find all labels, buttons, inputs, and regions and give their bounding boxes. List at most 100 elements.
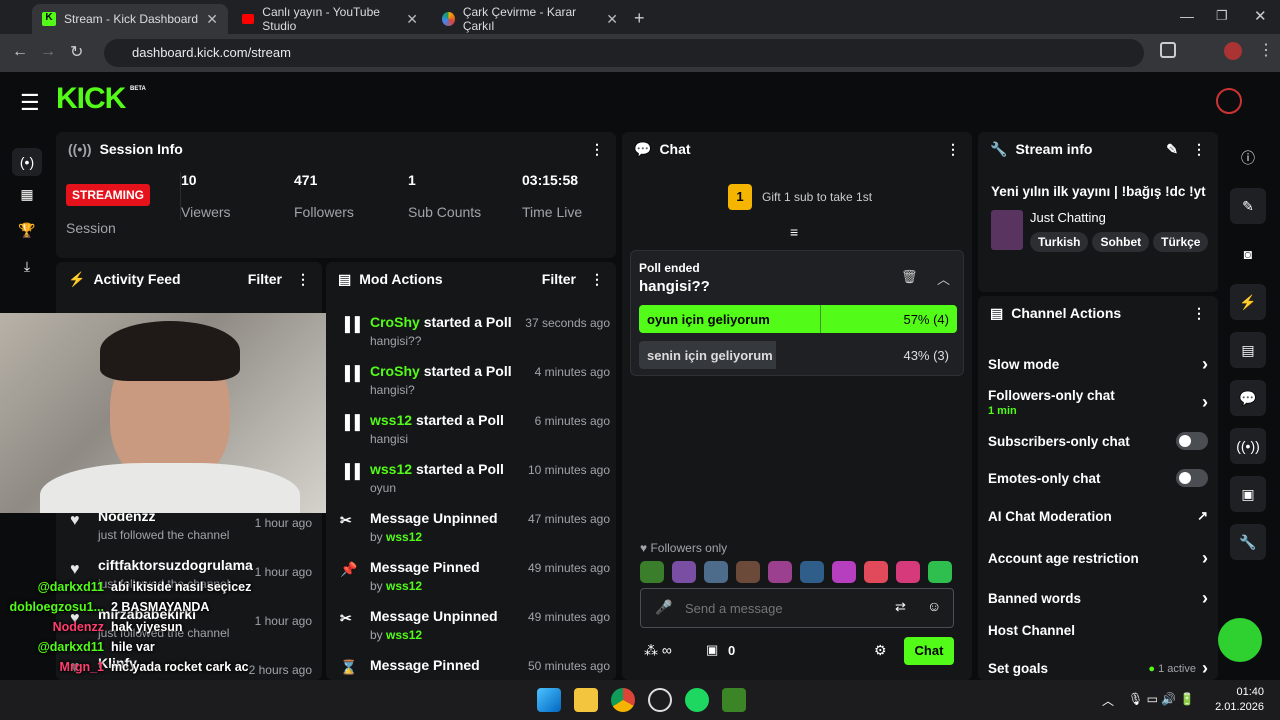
activity-menu-icon[interactable]: ⋮ xyxy=(296,271,310,288)
followers-only-row[interactable]: Followers-only chat 1 min › xyxy=(988,388,1208,417)
nav-trophy-icon[interactable]: 🏆 xyxy=(12,222,42,239)
close-tab-icon[interactable]: ✕ xyxy=(206,11,218,28)
gift-sub-text[interactable]: Gift 1 sub to take 1st xyxy=(762,190,872,204)
clock-time[interactable]: 01:40 xyxy=(1222,686,1264,698)
emote-icon[interactable] xyxy=(896,561,920,583)
tab-wheel[interactable]: Çark Çevirme - Karar Çarkıl ✕ xyxy=(432,4,628,34)
stream-menu-icon[interactable]: ⋮ xyxy=(1192,141,1206,158)
emote-icon[interactable] xyxy=(928,561,952,583)
windows-start-icon[interactable] xyxy=(537,688,561,712)
edit-icon[interactable]: ✎ xyxy=(1166,141,1178,158)
overlay-message: abi ikiside nasıl seçicez xyxy=(111,580,252,594)
collapse-icon[interactable]: ︿ xyxy=(937,269,950,288)
subscribers-only-toggle[interactable] xyxy=(1176,432,1208,450)
tools-icon[interactable]: 🔧 xyxy=(1230,524,1266,560)
emote-icon[interactable] xyxy=(768,561,792,583)
nav-stream-icon[interactable]: (•) xyxy=(12,148,42,176)
panel-title: Chat xyxy=(659,141,691,157)
maximize-icon[interactable]: ❐ xyxy=(1216,8,1228,24)
close-window-icon[interactable]: ✕ xyxy=(1254,7,1267,25)
overlay-message: hile var xyxy=(111,640,155,654)
ai-moderation-row[interactable]: AI Chat Moderation ↗ xyxy=(988,508,1208,524)
tray-icons[interactable]: 🎙 ▭ 🔊 🔋 xyxy=(1128,692,1194,706)
pencil-icon[interactable]: ✎ xyxy=(1230,188,1266,224)
notes-icon[interactable]: ▤ xyxy=(1230,332,1266,368)
profile-avatar[interactable] xyxy=(1224,42,1242,60)
tray-chevron-icon[interactable]: ︿ xyxy=(1102,692,1114,709)
mod-user[interactable]: CroShy xyxy=(370,363,420,379)
chat-message-input[interactable] xyxy=(685,597,885,619)
chat-menu-icon[interactable]: ⋮ xyxy=(946,141,960,158)
extensions-icon[interactable] xyxy=(1160,42,1176,58)
mod-user[interactable]: wss12 xyxy=(370,461,412,477)
spotify-icon[interactable] xyxy=(685,688,709,712)
account-age-row[interactable]: Account age restriction › xyxy=(988,548,1208,569)
kick-logo[interactable]: KICK xyxy=(56,82,126,116)
bolt-sidebar-icon[interactable]: ⚡ xyxy=(1230,284,1266,320)
chat-sidebar-icon[interactable]: 💬 xyxy=(1230,380,1266,416)
tag-chip[interactable]: Sohbet xyxy=(1092,232,1150,252)
nav-download-icon[interactable]: ⤓ xyxy=(12,258,42,275)
category-name[interactable]: Just Chatting xyxy=(1030,210,1106,225)
reload-icon[interactable]: ↻ xyxy=(70,42,83,62)
emote-icon[interactable] xyxy=(640,561,664,583)
chat-bubble-icon: 💬 xyxy=(634,140,652,157)
emote-icon[interactable] xyxy=(832,561,856,583)
actions-menu-icon[interactable]: ⋮ xyxy=(1192,305,1206,322)
tag-chip[interactable]: Turkish xyxy=(1030,232,1089,252)
send-chat-button[interactable]: Chat xyxy=(904,637,954,665)
minecraft-icon[interactable] xyxy=(722,688,746,712)
new-tab-icon[interactable]: + xyxy=(634,8,645,29)
pin-icon: 📌 xyxy=(340,561,358,577)
emote-icon[interactable] xyxy=(800,561,824,583)
mod-action-sub: by wss12 xyxy=(370,579,423,593)
close-tab-icon[interactable]: ✕ xyxy=(606,11,618,28)
chrome-icon[interactable] xyxy=(611,688,635,712)
minimize-icon[interactable]: — xyxy=(1180,8,1194,24)
emoji-icon[interactable]: ☺ xyxy=(927,598,941,614)
forward-icon[interactable]: → xyxy=(40,43,56,61)
emote-icon[interactable] xyxy=(704,561,728,583)
user-avatar[interactable] xyxy=(1216,88,1242,114)
browser-menu-icon[interactable]: ⋮ xyxy=(1258,40,1274,60)
info-icon[interactable]: ⓘ xyxy=(1230,140,1266,176)
session-menu-icon[interactable]: ⋮ xyxy=(590,141,604,158)
emotes-only-toggle[interactable] xyxy=(1176,469,1208,487)
mod-user[interactable]: CroShy xyxy=(370,314,420,330)
back-icon[interactable]: ← xyxy=(12,43,28,61)
url-input[interactable]: dashboard.kick.com/stream xyxy=(104,39,1144,67)
close-tab-icon[interactable]: ✕ xyxy=(406,11,418,28)
panel-title: Activity Feed xyxy=(93,271,181,287)
media-icon[interactable]: ▣ xyxy=(1230,476,1266,512)
banned-words-row[interactable]: Banned words › xyxy=(988,588,1208,609)
slow-mode-row[interactable]: Slow mode › xyxy=(988,354,1208,375)
pinned-toggle-icon[interactable]: ≡ xyxy=(790,224,798,240)
mod-user[interactable]: wss12 xyxy=(370,412,412,428)
channel-points-icon[interactable]: ⁂ ∞ xyxy=(644,642,672,659)
tab-kick[interactable]: K Stream - Kick Dashboard ✕ xyxy=(32,4,228,34)
mic-icon[interactable]: 🎤 xyxy=(655,599,672,616)
chat-input-box[interactable]: 🎤 ⇄ ☺ xyxy=(640,588,954,628)
trash-icon[interactable]: 🗑 xyxy=(901,269,918,285)
host-channel-row[interactable]: Host Channel xyxy=(988,623,1208,638)
camera-icon[interactable]: ◙ xyxy=(1230,236,1266,272)
translate-icon[interactable]: ⇄ xyxy=(895,599,906,615)
nav-analytics-icon[interactable]: ▦ xyxy=(12,186,42,203)
broadcast-sidebar-icon[interactable]: ((•)) xyxy=(1230,428,1266,464)
mod-filter-button[interactable]: Filter xyxy=(542,271,576,287)
obs-icon[interactable] xyxy=(648,688,672,712)
file-explorer-icon[interactable] xyxy=(574,688,598,712)
gift-box-icon[interactable]: ▣ xyxy=(706,642,718,658)
tab-youtube[interactable]: Canlı yayın - YouTube Studio ✕ xyxy=(232,4,428,34)
hamburger-menu-icon[interactable]: ☰ xyxy=(20,90,40,116)
activity-filter-button[interactable]: Filter xyxy=(248,271,282,287)
set-goals-row[interactable]: Set goals ● 1 active › xyxy=(988,658,1208,679)
chat-settings-icon[interactable]: ⚙ xyxy=(874,642,887,659)
tag-chip[interactable]: Türkçe xyxy=(1153,232,1209,252)
emote-icon[interactable] xyxy=(672,561,696,583)
emote-icon[interactable] xyxy=(864,561,888,583)
clock-date[interactable]: 2.01.2026 xyxy=(1208,701,1264,713)
emote-icon[interactable] xyxy=(736,561,760,583)
support-chat-button[interactable] xyxy=(1218,618,1262,662)
mod-menu-icon[interactable]: ⋮ xyxy=(590,271,604,288)
